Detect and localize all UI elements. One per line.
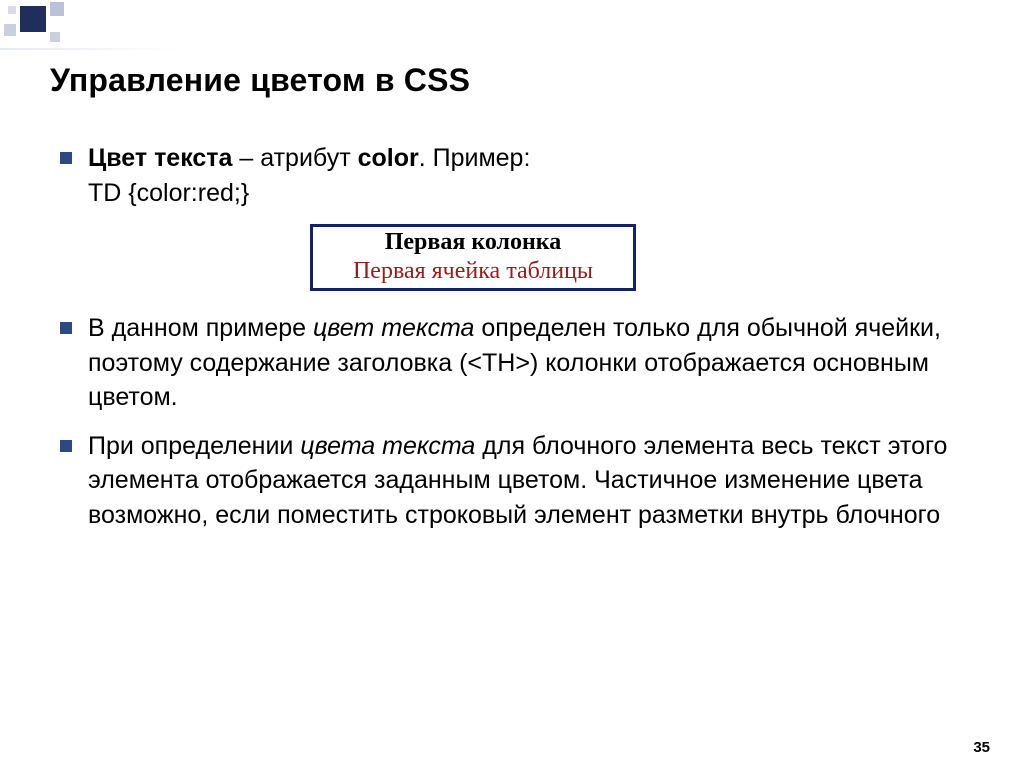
square-icon <box>4 24 16 36</box>
page-title: Управление цветом в CSS <box>50 62 984 99</box>
text: В данном примере <box>88 314 313 342</box>
square-icon <box>50 32 60 42</box>
list-item-text: В данном примере цвет текста определен т… <box>88 311 984 415</box>
divider <box>0 48 180 50</box>
example-td: Первая ячейка таблицы <box>313 257 633 288</box>
text: . Пример: <box>419 144 531 172</box>
bold-text: Цвет текста <box>88 144 232 172</box>
code-example: TD {color:red;} <box>88 179 249 207</box>
text: – атрибут <box>232 144 357 172</box>
attr-name: color <box>358 144 419 172</box>
corner-decoration <box>0 0 180 50</box>
example-th: Первая колонка <box>313 227 633 257</box>
italic-text: цвета текста <box>300 432 475 460</box>
square-icon <box>20 6 46 32</box>
list-item-text: При определении цвета текста для блочног… <box>88 429 984 533</box>
list-item: При определении цвета текста для блочног… <box>60 429 984 533</box>
square-icon <box>8 6 16 14</box>
page-number: 35 <box>973 739 990 756</box>
example-table: Первая колонка Первая ячейка таблицы <box>310 224 636 291</box>
bullet-icon <box>60 440 72 452</box>
bullet-list: Цвет текста – атрибут color. Пример: TD … <box>60 141 984 532</box>
slide-body: Управление цветом в CSS Цвет текста – ат… <box>50 62 984 738</box>
list-item: Цвет текста – атрибут color. Пример: TD … <box>60 141 984 210</box>
bullet-icon <box>60 322 72 334</box>
italic-text: цвет текста <box>313 314 474 342</box>
list-item: В данном примере цвет текста определен т… <box>60 311 984 415</box>
bullet-icon <box>60 152 72 164</box>
list-item-text: Цвет текста – атрибут color. Пример: TD … <box>88 141 984 210</box>
text: При определении <box>88 432 300 460</box>
square-icon <box>50 2 64 16</box>
